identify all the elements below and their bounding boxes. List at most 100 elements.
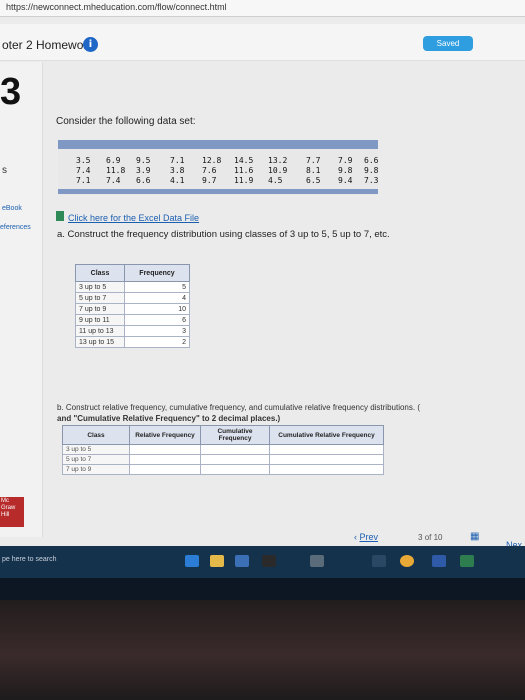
- table-row: 3 up to 5: [62, 444, 384, 455]
- data-value: 6.6: [364, 156, 379, 165]
- screen: https://newconnect.mheducation.com/flow/…: [0, 0, 525, 600]
- frequency-input[interactable]: 4: [124, 292, 190, 304]
- page-of: of: [424, 533, 432, 542]
- class-cell: 7 up to 9: [62, 464, 130, 475]
- table-row: 7 up to 9: [62, 464, 384, 475]
- data-value: 3.5: [76, 156, 91, 165]
- table-top-bar: [58, 140, 378, 149]
- photos-icon[interactable]: [310, 555, 324, 567]
- class-cell: 3 up to 5: [75, 281, 125, 293]
- saved-badge: Saved: [423, 36, 473, 51]
- class-cell: 5 up to 7: [62, 454, 130, 465]
- class-cell: 3 up to 5: [62, 444, 130, 455]
- data-value: 9.5: [136, 156, 151, 165]
- data-value: 9.8: [364, 166, 379, 175]
- data-value: 7.9: [338, 156, 353, 165]
- url-text[interactable]: https://newconnect.mheducation.com/flow/…: [6, 2, 227, 12]
- data-value: 10.9: [268, 166, 288, 175]
- browser-address-bar[interactable]: https://newconnect.mheducation.com/flow/…: [0, 0, 525, 17]
- data-value: 6.9: [106, 156, 121, 165]
- assignment-title: oter 2 Homework: [2, 38, 94, 52]
- data-value: 6.5: [306, 176, 321, 185]
- data-value: 9.4: [338, 176, 353, 185]
- page-total: 10: [433, 533, 443, 542]
- data-value: 9.7: [202, 176, 217, 185]
- class-cell: 13 up to 15: [75, 336, 125, 348]
- amazon-icon[interactable]: [262, 555, 276, 567]
- col-header-class: Class: [75, 264, 125, 282]
- data-value: 7.7: [306, 156, 321, 165]
- page-indicator: 3 of 10: [418, 533, 443, 542]
- word-icon[interactable]: [432, 555, 446, 567]
- table-bottom-bar: [58, 189, 378, 194]
- excel-file-icon: [56, 211, 64, 221]
- data-value: 7.4: [76, 166, 91, 175]
- table-row: 7 up to 9 10: [75, 303, 190, 315]
- info-icon[interactable]: i: [83, 37, 98, 52]
- sidebar-label: s: [2, 165, 7, 176]
- data-value: 11.9: [234, 176, 254, 185]
- data-value: 14.5: [234, 156, 254, 165]
- cumulative-frequency-input[interactable]: [200, 454, 270, 465]
- question-number: 3: [0, 71, 22, 113]
- data-value: 3.9: [136, 166, 151, 175]
- part-b-instructions: b. Construct relative frequency, cumulat…: [57, 402, 525, 424]
- cumulative-frequency-input[interactable]: [200, 464, 270, 475]
- cumulative-relative-frequency-input[interactable]: [269, 464, 384, 475]
- chrome-icon[interactable]: [400, 555, 414, 567]
- data-value: 8.1: [306, 166, 321, 175]
- class-cell: 5 up to 7: [75, 292, 125, 304]
- data-value: 7.3: [364, 176, 379, 185]
- class-cell: 11 up to 13: [75, 325, 125, 337]
- relative-frequency-input[interactable]: [129, 444, 201, 455]
- col-header-frequency: Frequency: [124, 264, 190, 282]
- relative-frequency-input[interactable]: [129, 454, 201, 465]
- excel-icon[interactable]: [460, 555, 474, 567]
- data-value: 7.1: [76, 176, 91, 185]
- question-grid-icon[interactable]: ▦: [470, 532, 482, 542]
- mcgraw-hill-logo: Mc Graw Hill: [0, 497, 24, 527]
- frequency-input[interactable]: 10: [124, 303, 190, 315]
- edge-icon[interactable]: [185, 555, 199, 567]
- cumulative-relative-frequency-input[interactable]: [269, 444, 384, 455]
- class-cell: 9 up to 11: [75, 314, 125, 326]
- prev-label: Prev: [359, 532, 379, 542]
- cumulative-frequency-input[interactable]: [200, 444, 270, 455]
- left-sidebar: [0, 62, 43, 537]
- col-header-class: Class: [62, 425, 130, 445]
- file-explorer-icon[interactable]: [210, 555, 224, 567]
- taskbar-search[interactable]: pe here to search: [2, 556, 56, 563]
- relative-frequency-input[interactable]: [129, 464, 201, 475]
- data-value: 11.6: [234, 166, 254, 175]
- class-cell: 7 up to 9: [75, 303, 125, 315]
- table-row: 9 up to 11 6: [75, 314, 190, 326]
- store-icon[interactable]: [235, 555, 249, 567]
- frequency-input[interactable]: 3: [124, 325, 190, 337]
- table-row: 13 up to 15 2: [75, 336, 190, 348]
- frequency-input[interactable]: 2: [124, 336, 190, 348]
- data-value: 11.8: [106, 166, 126, 175]
- part-b-line-1: b. Construct relative frequency, cumulat…: [57, 403, 420, 412]
- data-value: 9.8: [338, 166, 353, 175]
- table-row: 3 up to 55: [75, 281, 190, 293]
- data-set-table: 3.5 6.9 9.5 7.1 12.8 14.5 13.2 7.7 7.9 6.6 7.4 11.8…: [58, 140, 378, 195]
- data-value: 7.6: [202, 166, 217, 175]
- prev-button[interactable]: ‹ Prev: [354, 532, 378, 542]
- ebook-link[interactable]: eBook: [2, 205, 22, 212]
- cumulative-relative-frequency-input[interactable]: [269, 454, 384, 465]
- col-header-cumulative-frequency: Cumulative Frequency: [200, 425, 270, 445]
- question-prompt: Consider the following data set:: [56, 116, 196, 127]
- settings-icon[interactable]: [372, 555, 386, 567]
- data-value: 6.6: [136, 176, 151, 185]
- data-value: 4.5: [268, 176, 283, 185]
- col-header-cumulative-relative-frequency: Cumulative Relative Frequency: [269, 425, 384, 445]
- frequency-input[interactable]: 6: [124, 314, 190, 326]
- part-b-line-2: and "Cumulative Relative Frequency" to 2…: [57, 414, 281, 423]
- data-value: 7.4: [106, 176, 121, 185]
- page-current: 3: [418, 533, 423, 542]
- col-header-relative-frequency: Relative Frequency: [129, 425, 201, 445]
- frequency-input[interactable]: 5: [124, 281, 190, 293]
- excel-data-link[interactable]: Click here for the Excel Data File: [68, 213, 199, 223]
- references-link[interactable]: eferences: [0, 224, 31, 231]
- data-value: 7.1: [170, 156, 185, 165]
